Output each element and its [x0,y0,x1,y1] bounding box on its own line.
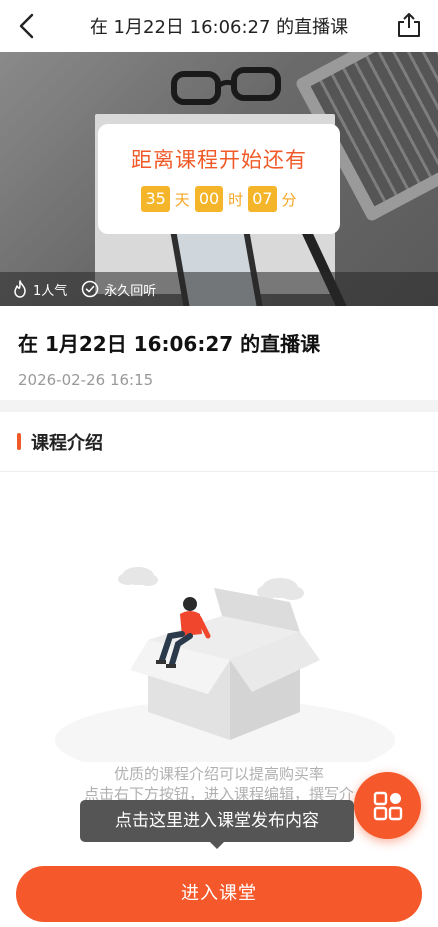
grid-icon [373,791,402,820]
tooltip-arrow [210,842,224,849]
intro-header: 课程介绍 [0,412,438,472]
bottom-bar: 进入课堂 [0,856,438,927]
course-date: 2026-02-26 16:15 [18,371,154,389]
course-cover: 距离课程开始还有 35 天 00 时 07 分 1人气 永久回听 [0,52,438,306]
page-title: 在 1月22日 16:06:27 的直播课 [89,17,349,38]
countdown-days-unit: 天 [174,190,190,209]
popularity-stat: 1人气 [12,280,67,299]
countdown-minutes-unit: 分 [281,190,297,209]
fire-icon [14,280,26,298]
enter-classroom-button[interactable]: 进入课堂 [16,866,422,922]
check-circle-icon [82,280,99,298]
countdown-days: 35 [141,186,170,212]
chevron-left-icon[interactable] [12,10,44,42]
replay-stat: 永久回听 [81,280,156,299]
tooltip-text: 点击这里进入课堂发布内容 [115,811,319,831]
empty-box-illustration [55,567,395,762]
cover-stats-bar: 1人气 永久回听 [0,272,438,306]
countdown-label: 距离课程开始还有 [131,148,307,172]
countdown-minutes: 07 [248,186,277,212]
replay-text: 永久回听 [104,283,157,299]
countdown-card: 距离课程开始还有 35 天 00 时 07 分 [98,124,340,234]
share-icon[interactable] [396,11,422,39]
intro-heading: 课程介绍 [31,432,103,454]
nav-bar: 在 1月22日 16:06:27 的直播课 [0,0,438,52]
popularity-text: 1人气 [33,283,68,299]
countdown-hours: 00 [194,186,224,212]
enter-class-tooltip: 点击这里进入课堂发布内容 [80,800,354,849]
cover-glasses [171,67,281,105]
countdown-hours-unit: 时 [228,190,244,209]
countdown-timer: 35 天 00 时 07 分 [98,186,340,212]
course-info: 在 1月22日 16:06:27 的直播课 2026-02-26 16:15 [0,306,438,400]
section-accent-bar [17,433,21,450]
edit-course-button[interactable] [354,772,421,839]
course-title: 在 1月22日 16:06:27 的直播课 [18,332,321,356]
cloud-icon [118,567,158,586]
